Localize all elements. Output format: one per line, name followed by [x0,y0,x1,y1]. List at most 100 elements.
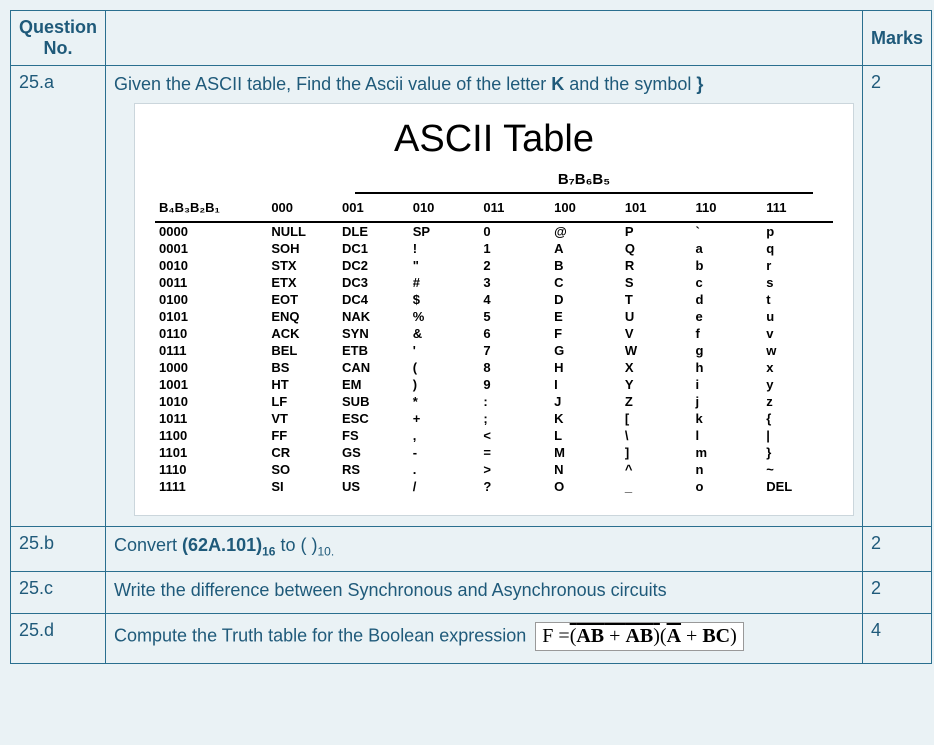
ascii-cell: 9 [479,376,550,393]
ascii-cell: CAN [338,359,409,376]
ascii-row-label: 1011 [155,410,267,427]
bold-k: K [551,74,564,94]
ascii-cell: C [550,274,621,291]
ascii-cell: n [692,461,763,478]
ascii-row: 0110ACKSYN&6FVfv [155,325,833,342]
question-text-25a: Given the ASCII table, Find the Ascii va… [114,74,854,95]
text: Compute the Truth table for the Boolean … [114,625,531,645]
overline-group1: (AB + AB) [570,625,660,647]
ascii-cell: v [762,325,833,342]
ascii-row: 1100FFFS,<L\l| [155,427,833,444]
ascii-cell: EOT [267,291,338,308]
ascii-cell: B [550,257,621,274]
ascii-cell: 5 [479,308,550,325]
ascii-cell: ' [409,342,480,359]
ascii-cell: Q [621,240,692,257]
ascii-cell: SO [267,461,338,478]
ascii-row: 0011ETXDC3#3CScs [155,274,833,291]
ascii-cell: + [409,410,480,427]
ascii-cell: 3 [479,274,550,291]
ascii-cell: ACK [267,325,338,342]
bold-hex: (62A.101) [182,535,262,555]
ascii-cell: ! [409,240,480,257]
sub-10: 10. [317,545,334,559]
col-011: 011 [479,194,550,222]
ascii-cell: o [692,478,763,495]
ascii-row-label: 0000 [155,222,267,240]
ascii-cell: K [550,410,621,427]
ascii-cell: HT [267,376,338,393]
ascii-cell: j [692,393,763,410]
ascii-row-label: 0101 [155,308,267,325]
ascii-cell: ^ [621,461,692,478]
ascii-title: ASCII Table [155,118,833,161]
f-bc: BC [702,625,730,647]
ascii-cell: H [550,359,621,376]
ascii-cell: m [692,444,763,461]
ascii-cell: DLE [338,222,409,240]
ascii-row: 1000BSCAN(8HXhx [155,359,833,376]
ascii-cell: < [479,427,550,444]
bold-brace: } [696,74,703,94]
ascii-cell: t [762,291,833,308]
ascii-cell: > [479,461,550,478]
ascii-cell: - [409,444,480,461]
ascii-cell: h [692,359,763,376]
ascii-cell: d [692,291,763,308]
ascii-cell: " [409,257,480,274]
text: Convert [114,535,182,555]
ascii-row-label: 0001 [155,240,267,257]
col-101: 101 [621,194,692,222]
ascii-cell: r [762,257,833,274]
ascii-cell: ? [479,478,550,495]
ascii-cell: # [409,274,480,291]
ascii-cell: DC3 [338,274,409,291]
f-plus2: + [681,625,702,647]
ascii-cell: L [550,427,621,444]
ascii-row: 0000NULLDLESP0@P`p [155,222,833,240]
ascii-cell: FF [267,427,338,444]
col-110: 110 [692,194,763,222]
ascii-cell: X [621,359,692,376]
ascii-row: 1011VTESC+;K[k{ [155,410,833,427]
question-table: Question No. Marks 25.a Given the ASCII … [10,10,932,664]
formula-image: F =(AB + AB)(A + BC) [535,622,744,651]
ascii-row-label: 0110 [155,325,267,342]
ascii-cell: SOH [267,240,338,257]
ascii-row-label: 1001 [155,376,267,393]
ascii-cell: p [762,222,833,240]
ascii-cell: 1 [479,240,550,257]
ascii-cell: f [692,325,763,342]
ascii-cell: BEL [267,342,338,359]
ascii-cell: V [621,325,692,342]
table-row: 25.c Write the difference between Synchr… [11,571,932,613]
ascii-row-label: 1100 [155,427,267,444]
qno-cell: 25.a [11,66,106,527]
ascii-cell: 6 [479,325,550,342]
ascii-cell: Y [621,376,692,393]
ascii-cell: US [338,478,409,495]
question-cell: Write the difference between Synchronous… [106,571,863,613]
ascii-cell: NAK [338,308,409,325]
ascii-cell: _ [621,478,692,495]
ascii-cell: : [479,393,550,410]
ascii-cell: $ [409,291,480,308]
ascii-cell: DC1 [338,240,409,257]
ascii-table: B₄B₃B₂B₁ 000 001 010 011 100 101 110 111 [155,194,833,495]
ascii-cell: RS [338,461,409,478]
ascii-cell: u [762,308,833,325]
ascii-cell: { [762,410,833,427]
text: to ( ) [275,535,317,555]
ascii-row: 0101ENQNAK%5EUeu [155,308,833,325]
ascii-cell: M [550,444,621,461]
col-010: 010 [409,194,480,222]
ascii-cell: w [762,342,833,359]
question-text-25c: Write the difference between Synchronous… [114,580,854,601]
ascii-cell: a [692,240,763,257]
ascii-row: 1010LFSUB*:JZjz [155,393,833,410]
ascii-cell: | [762,427,833,444]
ascii-cell: DC4 [338,291,409,308]
ascii-cell: DEL [762,478,833,495]
ascii-cell: / [409,478,480,495]
ascii-cell: i [692,376,763,393]
